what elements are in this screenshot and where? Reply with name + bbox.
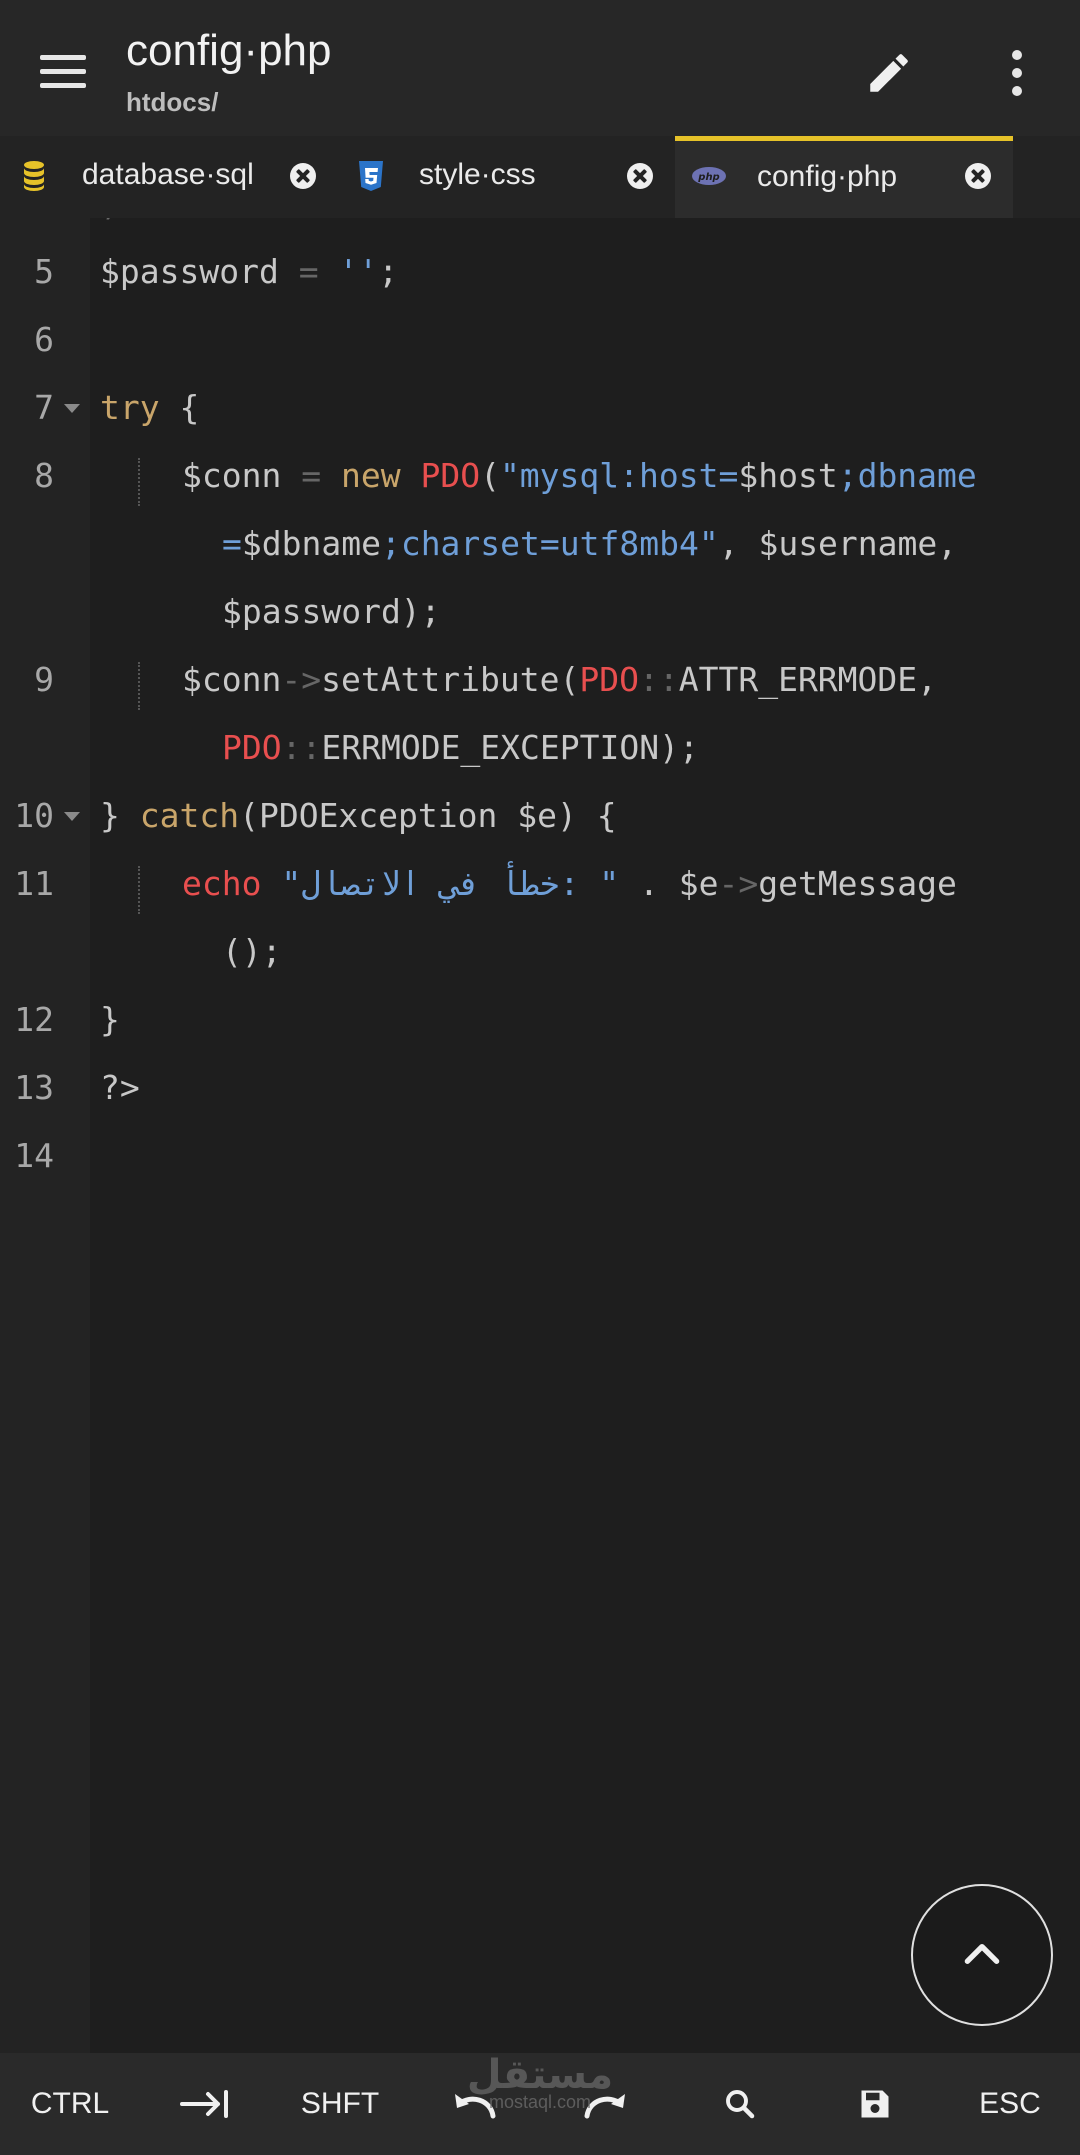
file-tabs: database·sql style·css php config·php (0, 136, 1080, 218)
line-number: 13 (14, 1068, 54, 1107)
code-line: $password = ''; (100, 252, 399, 291)
fold-arrow-icon[interactable] (64, 404, 80, 413)
code-line: } (100, 1000, 120, 1039)
scroll-to-top-button[interactable] (911, 1884, 1053, 2026)
indent-guide (138, 866, 140, 914)
app-header: config·php htdocs/ (0, 0, 1080, 136)
code-line-wrap: (); (222, 932, 282, 971)
line-number: 5 (34, 252, 54, 291)
close-tab-icon[interactable] (965, 163, 991, 189)
file-path: htdocs/ (126, 87, 219, 117)
css3-icon (359, 161, 383, 191)
php-icon-label: php (697, 172, 719, 183)
line-number: 14 (14, 1136, 54, 1175)
pencil-icon[interactable] (864, 48, 914, 98)
php-icon: php (692, 167, 726, 185)
file-title: config·php (126, 26, 332, 75)
line-number: 12 (14, 1000, 54, 1039)
tab-label: style·css (419, 158, 536, 191)
watermark-url: mostaql.com (488, 2092, 592, 2112)
code-editor[interactable]: ; 5 6 7 8 9 10 11 12 13 14 $password = '… (0, 218, 1080, 2053)
close-tab-icon[interactable] (627, 163, 653, 189)
tab-config-php[interactable]: php config·php (675, 136, 1013, 218)
code-line: ?> (100, 1068, 140, 1107)
more-options-icon[interactable] (1002, 50, 1032, 98)
code-line-wrap: =$dbname;charset=utf8mb4", $username, (222, 524, 958, 563)
line-number: 8 (34, 456, 54, 495)
line-number: 11 (14, 864, 54, 903)
indent-guide (138, 662, 140, 710)
fold-arrow-icon[interactable] (64, 812, 80, 821)
code-line: $conn = new PDO("mysql:host=$host;dbname (182, 456, 977, 495)
line-number: 10 (14, 796, 54, 835)
database-icon (24, 161, 44, 191)
chevron-up-icon (964, 1943, 1000, 1964)
code-line-wrap: $password); (222, 592, 441, 631)
tab-style-css[interactable]: style·css (335, 136, 675, 218)
hamburger-menu-icon[interactable] (40, 55, 86, 89)
code-line: $conn->setAttribute(PDO::ATTR_ERRMODE, (182, 660, 938, 699)
indent-guide (138, 458, 140, 506)
code-line: } catch(PDOException $e) { (100, 796, 617, 835)
code-line: try { (100, 388, 200, 427)
code-line: echo "خطأ في الاتصال: " . $e->getMessage (182, 864, 957, 903)
tab-label: config·php (757, 160, 898, 193)
tab-database-sql[interactable]: database·sql (0, 136, 335, 218)
code-line-wrap: PDO::ERRMODE_EXCEPTION); (222, 728, 699, 767)
tab-label: database·sql (82, 158, 254, 191)
line-number: 9 (34, 660, 54, 699)
close-tab-icon[interactable] (290, 163, 316, 189)
line-number: 6 (34, 320, 54, 359)
line-number: 7 (34, 388, 54, 427)
clipped-code-line: ; (100, 218, 140, 223)
